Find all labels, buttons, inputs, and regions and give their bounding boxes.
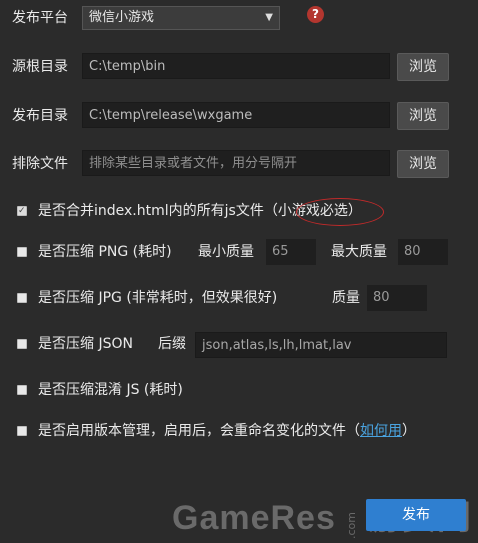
annotation-oval — [296, 198, 384, 226]
source-browse-button[interactable]: 浏览 — [397, 53, 449, 81]
publish-dir-label: 发布目录 — [12, 108, 68, 124]
png-checkbox[interactable] — [17, 247, 27, 257]
platform-select[interactable]: 微信小游戏 ▼ — [82, 6, 280, 30]
source-dir-label: 源根目录 — [12, 59, 68, 75]
png-min-field[interactable]: 65 — [266, 239, 316, 265]
png-min-label: 最小质量 — [198, 244, 254, 260]
jpg-quality-label: 质量 — [332, 290, 360, 306]
watermark-gameres: GameRes — [172, 499, 336, 537]
json-label: 是否压缩 JSON — [38, 336, 133, 352]
png-max-field[interactable]: 80 — [398, 239, 448, 265]
platform-selected-value: 微信小游戏 — [89, 10, 155, 25]
version-text: 是否启用版本管理，启用后，会重命名变化的文件（如何用） — [38, 421, 416, 441]
version-label: 是否启用版本管理，启用后，会重命名变化的文件（ — [38, 423, 360, 439]
js-checkbox[interactable] — [17, 385, 27, 395]
version-close: ） — [402, 423, 416, 439]
js-label: 是否压缩混淆 JS (耗时) — [38, 382, 183, 398]
merge-js-label: 是否合并index.html内的所有js文件（ — [38, 203, 278, 219]
merge-js-checkbox[interactable] — [17, 206, 27, 216]
jpg-quality-field[interactable]: 80 — [367, 285, 427, 311]
json-suffix-field[interactable]: json,atlas,ls,lh,lmat,lav — [195, 332, 447, 358]
watermark-dotcom: .com — [344, 512, 358, 539]
png-max-label: 最大质量 — [331, 244, 387, 260]
exclude-field[interactable]: 排除某些目录或者文件，用分号隔开 — [82, 150, 390, 176]
json-checkbox[interactable] — [17, 339, 27, 349]
exclude-label: 排除文件 — [12, 156, 68, 172]
exclude-browse-button[interactable]: 浏览 — [397, 150, 449, 178]
help-icon[interactable]: ? — [307, 6, 324, 23]
how-to-use-link[interactable]: 如何用 — [360, 423, 402, 439]
png-label: 是否压缩 PNG (耗时) — [38, 244, 172, 260]
version-checkbox[interactable] — [17, 426, 27, 436]
platform-label: 发布平台 — [12, 10, 68, 26]
source-dir-field[interactable]: C:\temp\bin — [82, 53, 390, 79]
publish-button[interactable]: 发布 — [366, 499, 466, 531]
json-suffix-label: 后缀 — [158, 336, 186, 352]
jpg-checkbox[interactable] — [17, 293, 27, 303]
jpg-label: 是否压缩 JPG (非常耗时，但效果很好) — [38, 290, 278, 306]
publish-dir-field[interactable]: C:\temp\release\wxgame — [82, 102, 390, 128]
dropdown-caret-icon: ▼ — [265, 12, 273, 23]
publish-browse-button[interactable]: 浏览 — [397, 102, 449, 130]
